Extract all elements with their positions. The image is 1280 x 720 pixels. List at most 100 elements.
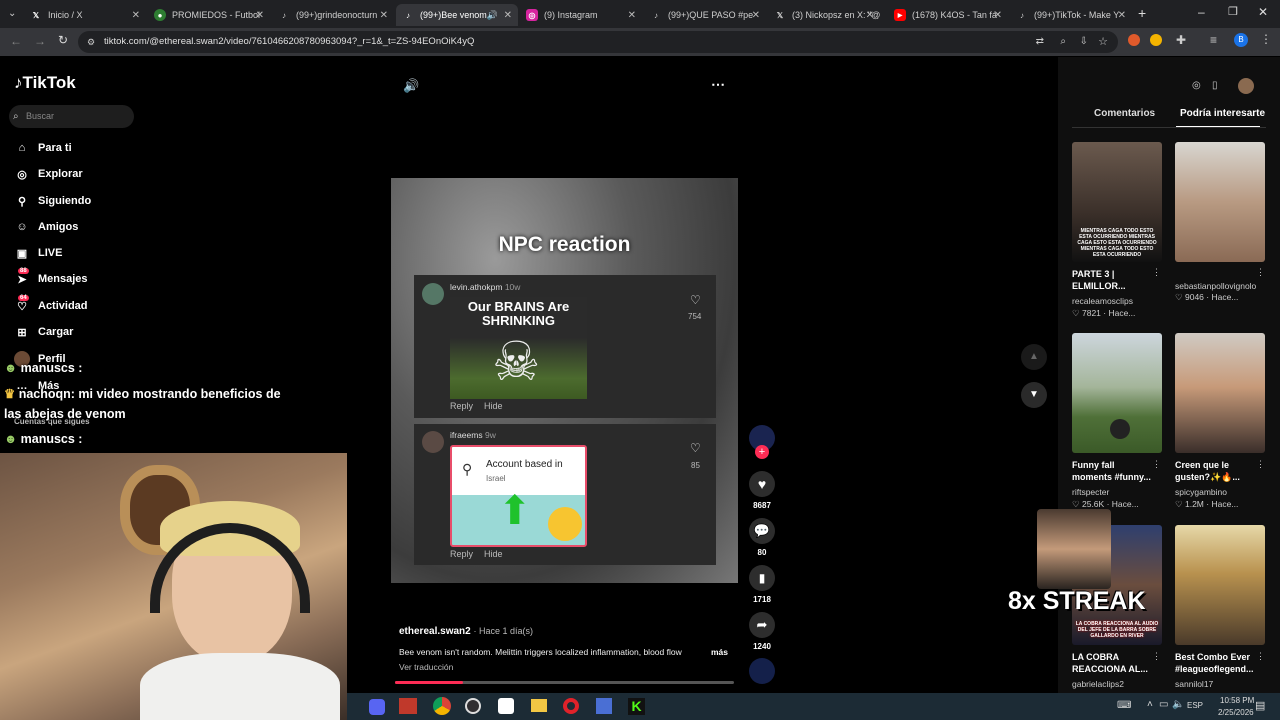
- options-icon[interactable]: ⋮: [1256, 267, 1265, 278]
- commenter-avatar[interactable]: [422, 431, 444, 453]
- options-icon[interactable]: ⋮: [1256, 459, 1265, 470]
- account-avatar[interactable]: [1238, 78, 1254, 94]
- comment-username[interactable]: levin.athokpm: [450, 282, 502, 292]
- close-icon[interactable]: ✕: [994, 10, 1002, 21]
- sidebar-item-live[interactable]: ▣ LIVE: [14, 245, 63, 261]
- author-name[interactable]: ethereal.swan2: [399, 626, 471, 637]
- video-author[interactable]: spicygambino: [1175, 487, 1227, 497]
- recommended-thumbnail[interactable]: [1175, 142, 1265, 262]
- follow-plus-icon[interactable]: +: [755, 445, 769, 459]
- video-title[interactable]: LA COBRA REACCIONA AL...: [1072, 651, 1152, 675]
- show-hidden-icons-icon[interactable]: ˄: [1147, 699, 1153, 710]
- clock-time[interactable]: 10:58 PM: [1220, 696, 1254, 705]
- commenter-avatar[interactable]: [422, 283, 444, 305]
- creator-avatar[interactable]: +: [749, 425, 775, 459]
- extensions-puzzle-icon[interactable]: ✚: [1176, 33, 1186, 47]
- heart-outline-icon[interactable]: ♡: [690, 441, 701, 455]
- video-author[interactable]: sannilol17: [1175, 679, 1213, 689]
- volume-icon[interactable]: 🔊: [403, 78, 419, 94]
- tab-search-icon[interactable]: ⌄: [8, 8, 16, 19]
- sidebar-item-actividad[interactable]: ♡ Actividad 64: [14, 295, 88, 314]
- hide-link[interactable]: Hide: [484, 549, 503, 559]
- volume-tray-icon[interactable]: 🔈: [1172, 699, 1184, 710]
- search-input[interactable]: ⌕ Buscar: [9, 105, 134, 128]
- comment-image[interactable]: Our BRAINS Are SHRINKING ☠: [450, 297, 587, 399]
- next-video-button[interactable]: ▼: [1021, 382, 1047, 408]
- address-bar[interactable]: ⚙ tiktok.com/@ethereal.swan2/video/76104…: [78, 31, 1118, 53]
- comment-button[interactable]: 💬 80: [749, 518, 775, 557]
- sidebar-item-para-ti[interactable]: ⌂ Para ti: [14, 140, 72, 156]
- browser-tab[interactable]: ▶ (1678) K4OS - Tan fá ✕: [888, 4, 1008, 26]
- video-title[interactable]: Best Combo Ever #leagueoflegend...: [1175, 651, 1255, 675]
- browser-tab-active[interactable]: ♪ (99+)Bee venom 🔊 ✕: [396, 4, 518, 26]
- recommended-thumbnail[interactable]: [1175, 525, 1265, 645]
- file-explorer-icon[interactable]: [531, 699, 547, 712]
- clock-date[interactable]: 2/25/2026: [1218, 708, 1254, 717]
- browser-tab[interactable]: ● PROMIEDOS - Futbol ✕: [148, 4, 270, 26]
- window-close-icon[interactable]: ✕: [1258, 5, 1268, 19]
- profile-icon[interactable]: B: [1234, 33, 1248, 47]
- see-more-link[interactable]: más: [711, 647, 728, 657]
- video-author[interactable]: recaleamosclips: [1072, 296, 1133, 306]
- discord-icon[interactable]: [369, 699, 385, 715]
- tab-podria-interesarte[interactable]: Podría interesarte: [1180, 108, 1265, 119]
- browser-tab[interactable]: ♪ (99+)QUE PASO #pe ✕: [644, 4, 766, 26]
- sound-disc[interactable]: [749, 658, 775, 684]
- app-icon[interactable]: [399, 698, 417, 714]
- comment-username[interactable]: ifraeems: [450, 430, 483, 440]
- browser-tab[interactable]: 𝕏 Inicio / X ✕: [24, 4, 146, 26]
- app-icon[interactable]: [498, 698, 514, 714]
- extension-icon[interactable]: [1128, 34, 1140, 46]
- forward-icon[interactable]: →: [34, 34, 46, 48]
- bookmark-star-icon[interactable]: ☆: [1098, 31, 1108, 53]
- reply-link[interactable]: Reply: [450, 549, 473, 559]
- reply-link[interactable]: Reply: [450, 401, 473, 411]
- video-title[interactable]: Creen que le gusten?✨🔥...: [1175, 459, 1255, 483]
- restore-icon[interactable]: ❐: [1228, 5, 1238, 18]
- comment-image[interactable]: ⚲ Account based in Israel ⬆: [450, 445, 587, 547]
- recommended-thumbnail[interactable]: [1175, 333, 1265, 453]
- sidebar-item-explorar[interactable]: ◎ Explorar: [14, 166, 82, 182]
- notifications-icon[interactable]: ▤: [1255, 699, 1265, 712]
- chrome-icon[interactable]: [433, 697, 451, 715]
- zoom-icon[interactable]: ⌕: [1060, 31, 1066, 53]
- video-title[interactable]: Funny fall moments #funny...: [1072, 459, 1152, 483]
- browser-tab[interactable]: ♪ (99+)grindeonocturn ✕: [272, 4, 394, 26]
- save-button[interactable]: ▮ 1718: [749, 565, 775, 604]
- keyboard-icon[interactable]: ⌨: [1117, 700, 1131, 711]
- browser-menu-icon[interactable]: ⋮: [1260, 32, 1272, 46]
- close-icon[interactable]: ✕: [752, 10, 760, 21]
- browser-tab[interactable]: ♪ (99+)TikTok - Make Y ✕: [1010, 4, 1132, 26]
- network-icon[interactable]: ▭: [1159, 699, 1168, 710]
- minimize-icon[interactable]: –: [1198, 5, 1205, 19]
- close-icon[interactable]: ✕: [132, 10, 140, 21]
- options-icon[interactable]: ⋮: [1152, 459, 1161, 470]
- site-info-icon[interactable]: ⚙: [87, 31, 95, 53]
- close-icon[interactable]: ✕: [628, 10, 636, 21]
- translate-link[interactable]: Ver traducción: [399, 662, 453, 672]
- obs-icon[interactable]: [465, 698, 481, 714]
- video-author[interactable]: sebastianpollovignolo: [1175, 281, 1265, 291]
- close-icon[interactable]: ✕: [256, 10, 264, 21]
- opera-icon[interactable]: [563, 698, 579, 714]
- browser-tab[interactable]: ◎ (9) Instagram ✕: [520, 4, 642, 26]
- options-icon[interactable]: ⋮: [1256, 651, 1265, 662]
- share-button[interactable]: ➦ 1240: [749, 612, 775, 651]
- close-icon[interactable]: ✕: [380, 10, 388, 21]
- browser-tab[interactable]: 𝕏 (3) Nickopsz en X: "@ ✕: [768, 4, 880, 26]
- kick-icon[interactable]: K: [628, 698, 645, 715]
- extension-icon[interactable]: [1150, 34, 1162, 46]
- video-author[interactable]: gabrielaclips2: [1072, 679, 1124, 689]
- install-icon[interactable]: ⇩: [1080, 31, 1088, 53]
- video-options-icon[interactable]: ⋯: [711, 76, 725, 93]
- tiktok-logo[interactable]: ♪TikTok: [14, 73, 76, 93]
- recommended-thumbnail[interactable]: [1072, 333, 1162, 453]
- sidebar-item-mensajes[interactable]: ➤ Mensajes 88: [14, 268, 88, 287]
- like-button[interactable]: ♥ 8687: [749, 471, 775, 510]
- device-icon[interactable]: ▯: [1212, 80, 1218, 91]
- media-control-icon[interactable]: ≡: [1210, 33, 1217, 47]
- language-indicator[interactable]: ESP: [1187, 701, 1203, 710]
- sidebar-item-cargar[interactable]: ⊞ Cargar: [14, 324, 73, 340]
- translate-icon[interactable]: ⇄: [1036, 31, 1044, 53]
- sidebar-item-amigos[interactable]: ☺ Amigos: [14, 219, 78, 235]
